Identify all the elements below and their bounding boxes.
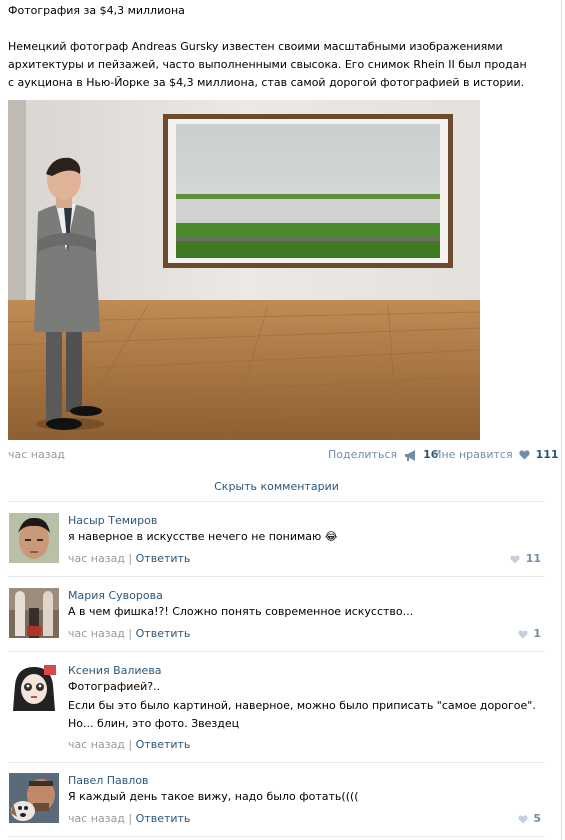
- comment-author[interactable]: Павел Павлов: [68, 774, 149, 788]
- comment-footer: час назад | Ответить: [68, 552, 190, 566]
- comment-time[interactable]: час назад: [68, 812, 125, 825]
- avatar-photo: [9, 513, 59, 563]
- gallery-photo-illustration: [8, 100, 480, 440]
- comment-time[interactable]: час назад: [68, 552, 125, 565]
- comment-like-button[interactable]: 1: [515, 627, 541, 641]
- comment-text-content: я наверное в искусстве нечего не понимаю: [68, 530, 322, 543]
- avatar-photo: [9, 663, 59, 713]
- share-label: Поделиться: [328, 448, 398, 461]
- comment-like-count: 11: [525, 552, 541, 565]
- hide-comments-link[interactable]: Скрыть комментарии: [0, 480, 553, 493]
- comment-like-count: 1: [533, 627, 541, 640]
- comment-footer: час назад | Ответить: [68, 738, 190, 752]
- post-time[interactable]: час назад: [8, 448, 65, 462]
- comment-footer: час назад | Ответить: [68, 627, 190, 641]
- comment-time[interactable]: час назад: [68, 627, 125, 640]
- comment-text-line1: Фотографией?..: [68, 680, 161, 693]
- comment-author[interactable]: Ксения Валиева: [68, 664, 162, 678]
- comment-author[interactable]: Мария Суворова: [68, 589, 163, 603]
- comment-divider: [8, 762, 545, 763]
- comment-text: Я каждый день такое вижу, надо было фота…: [68, 790, 359, 803]
- comment-like-button[interactable]: 11: [507, 552, 541, 566]
- share-button[interactable]: Поделиться 16: [328, 447, 438, 463]
- comment-author[interactable]: Насыр Темиров: [68, 514, 157, 528]
- separator: |: [128, 738, 133, 751]
- avatar[interactable]: [9, 588, 59, 638]
- comment-divider: [8, 576, 545, 577]
- comment-like-count: 5: [533, 812, 541, 825]
- reply-link[interactable]: Ответить: [136, 812, 191, 825]
- comment-text: А в чем фишка!?! Сложно понять современн…: [68, 605, 414, 618]
- heart-icon: [510, 554, 520, 564]
- avatar-photo: [9, 588, 59, 638]
- avatar[interactable]: [9, 513, 59, 563]
- megaphone-icon: [404, 449, 415, 461]
- heart-icon: [518, 629, 528, 639]
- post-photo[interactable]: [8, 100, 480, 440]
- like-button[interactable]: Мне нравится 111: [432, 447, 559, 463]
- like-count: 111: [535, 448, 559, 461]
- avatar[interactable]: [9, 663, 59, 713]
- heart-icon: [518, 814, 528, 824]
- comment-time[interactable]: час назад: [68, 738, 125, 751]
- reply-link[interactable]: Ответить: [136, 627, 191, 640]
- comment-divider: [8, 836, 545, 837]
- page-border: [561, 0, 562, 840]
- avatar[interactable]: [9, 773, 59, 823]
- comment-like-button[interactable]: 5: [515, 812, 541, 826]
- post-text: Немецкий фотограф Andreas Gursky известе…: [8, 40, 527, 89]
- avatar-photo: [9, 773, 59, 823]
- heart-icon: [519, 450, 530, 460]
- like-label: Мне нравится: [432, 448, 513, 461]
- reply-link[interactable]: Ответить: [136, 552, 191, 565]
- laughing-emoji-icon: 😂: [324, 530, 338, 543]
- comment-footer: час назад | Ответить: [68, 812, 190, 826]
- comment-text: я наверное в искусстве нечего не понимаю…: [68, 528, 543, 546]
- separator: |: [128, 627, 133, 640]
- separator: |: [128, 552, 133, 565]
- comment-text-line2: Если бы это было картиной, наверное, мож…: [68, 699, 536, 730]
- comments-divider: [8, 501, 545, 502]
- separator: |: [128, 812, 133, 825]
- comment-divider: [8, 651, 545, 652]
- post-title: Фотография за $4,3 миллиона: [8, 4, 185, 17]
- reply-link[interactable]: Ответить: [136, 738, 191, 751]
